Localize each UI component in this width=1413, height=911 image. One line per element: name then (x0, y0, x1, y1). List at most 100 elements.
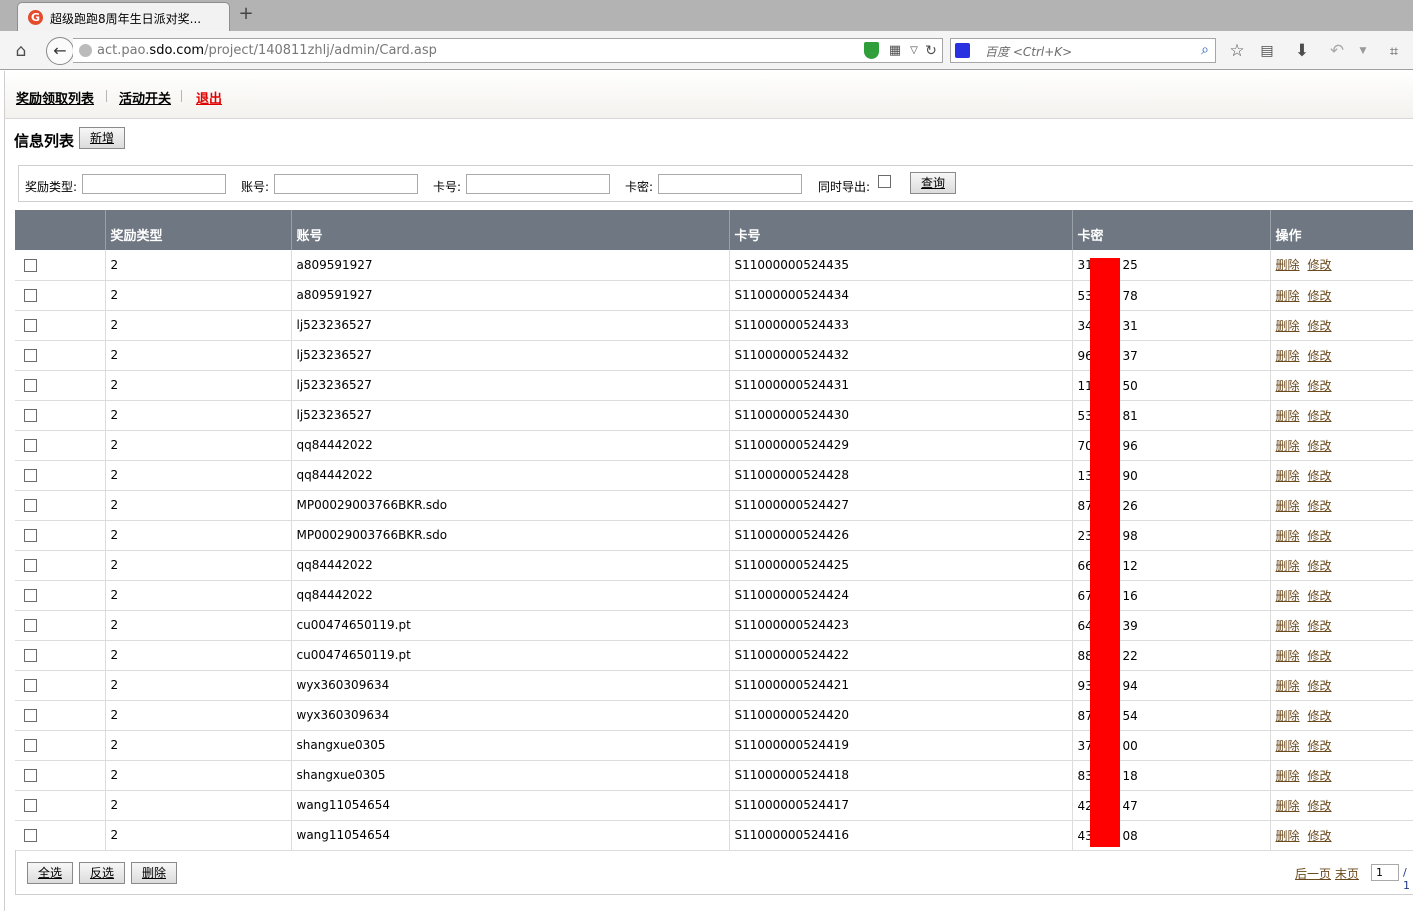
row-edit-link[interactable]: 修改 (1308, 499, 1332, 513)
download-icon[interactable]: ⬇ (1291, 40, 1313, 62)
row-checkbox[interactable] (24, 709, 37, 722)
row-checkbox[interactable] (24, 769, 37, 782)
row-checkbox[interactable] (24, 589, 37, 602)
row-edit-link[interactable]: 修改 (1308, 258, 1332, 272)
card-no-input[interactable] (466, 174, 610, 194)
row-edit-link[interactable]: 修改 (1308, 559, 1332, 573)
account-input[interactable] (274, 174, 418, 194)
actions-cell: 删除 修改 (1270, 400, 1413, 431)
row-edit-link[interactable]: 修改 (1308, 709, 1332, 723)
row-checkbox[interactable] (24, 499, 37, 512)
table-row: 2 wyx360309634 S11000000524421 93 94 删除 修改 (15, 670, 1413, 701)
row-delete-link[interactable]: 删除 (1276, 349, 1300, 363)
row-edit-link[interactable]: 修改 (1308, 319, 1332, 333)
row-delete-link[interactable]: 删除 (1276, 799, 1300, 813)
row-edit-link[interactable]: 修改 (1308, 679, 1332, 693)
row-checkbox[interactable] (24, 258, 37, 272)
reload-icon[interactable]: ↻ (920, 40, 942, 62)
query-button[interactable]: 查询 (910, 172, 956, 194)
row-checkbox[interactable] (24, 799, 37, 812)
row-checkbox[interactable] (24, 739, 37, 752)
row-edit-link[interactable]: 修改 (1308, 379, 1332, 393)
nav-logout-link[interactable]: 退出 (196, 88, 222, 107)
row-delete-link[interactable]: 删除 (1276, 469, 1300, 483)
row-delete-link[interactable]: 删除 (1276, 709, 1300, 723)
row-delete-link[interactable]: 删除 (1276, 739, 1300, 753)
row-edit-link[interactable]: 修改 (1308, 649, 1332, 663)
row-edit-link[interactable]: 修改 (1308, 409, 1332, 423)
row-edit-link[interactable]: 修改 (1308, 829, 1332, 843)
reward-type-cell: 2 (105, 820, 292, 851)
add-button[interactable]: 新增 (79, 127, 125, 149)
row-delete-link[interactable]: 删除 (1276, 649, 1300, 663)
invert-selection-button[interactable]: 反选 (79, 862, 125, 884)
magnifier-icon[interactable]: ⌕ (1201, 42, 1209, 58)
account-cell: qq84442022 (291, 460, 730, 491)
row-edit-link[interactable]: 修改 (1308, 439, 1332, 453)
row-edit-link[interactable]: 修改 (1308, 589, 1332, 603)
row-delete-link[interactable]: 删除 (1276, 379, 1300, 393)
shield-icon[interactable] (864, 42, 879, 59)
search-input[interactable]: 百度 <Ctrl+K> (985, 43, 1072, 60)
reading-list-icon[interactable]: ▤ (1256, 40, 1278, 62)
row-checkbox[interactable] (24, 409, 37, 422)
select-all-button[interactable]: 全选 (27, 862, 73, 884)
row-edit-link[interactable]: 修改 (1308, 349, 1332, 363)
bulk-delete-button[interactable]: 删除 (131, 862, 177, 884)
card-pwd-input[interactable] (658, 174, 802, 194)
row-delete-link[interactable]: 删除 (1276, 679, 1300, 693)
row-edit-link[interactable]: 修改 (1308, 799, 1332, 813)
row-delete-link[interactable]: 删除 (1276, 289, 1300, 303)
row-checkbox[interactable] (24, 349, 37, 362)
row-edit-link[interactable]: 修改 (1308, 739, 1332, 753)
chevron-down-icon[interactable]: ▼ (1352, 40, 1374, 62)
row-checkbox[interactable] (24, 559, 37, 572)
browser-tab[interactable]: G 超级跑跑8周年生日派对奖... (17, 2, 230, 32)
row-edit-link[interactable]: 修改 (1308, 469, 1332, 483)
row-checkbox[interactable] (24, 319, 37, 332)
row-delete-link[interactable]: 删除 (1276, 439, 1300, 453)
row-edit-link[interactable]: 修改 (1308, 619, 1332, 633)
reward-type-cell: 2 (105, 670, 292, 701)
row-checkbox[interactable] (24, 829, 37, 842)
next-page-link[interactable]: 后一页 (1295, 865, 1331, 882)
home-icon[interactable]: ⌂ (10, 40, 32, 62)
row-checkbox[interactable] (24, 529, 37, 542)
row-edit-link[interactable]: 修改 (1308, 769, 1332, 783)
new-tab-button[interactable]: + (236, 3, 256, 25)
row-delete-link[interactable]: 删除 (1276, 409, 1300, 423)
row-checkbox[interactable] (24, 679, 37, 692)
row-delete-link[interactable]: 删除 (1276, 829, 1300, 843)
undo-icon[interactable]: ↶ (1326, 40, 1348, 62)
row-edit-link[interactable]: 修改 (1308, 289, 1332, 303)
row-checkbox[interactable] (24, 439, 37, 452)
row-delete-link[interactable]: 删除 (1276, 589, 1300, 603)
nav-activity-switch-link[interactable]: 活动开关 (119, 88, 171, 107)
search-bar[interactable]: 百度 <Ctrl+K> ⌕ (950, 38, 1216, 63)
address-bar[interactable]: act.pao.sdo.com/project/140811zhlj/admin… (73, 38, 943, 63)
back-button[interactable]: ← (46, 37, 74, 65)
row-delete-link[interactable]: 删除 (1276, 258, 1300, 272)
last-page-link[interactable]: 末页 (1335, 865, 1359, 882)
export-checkbox[interactable] (878, 175, 891, 188)
crop-icon[interactable]: ⌗ (1383, 40, 1405, 62)
actions-cell: 删除 修改 (1270, 580, 1413, 611)
page-number-input[interactable]: 1 (1371, 864, 1399, 881)
row-checkbox[interactable] (24, 289, 37, 302)
row-checkbox[interactable] (24, 469, 37, 482)
row-delete-link[interactable]: 删除 (1276, 619, 1300, 633)
row-checkbox[interactable] (24, 619, 37, 632)
row-delete-link[interactable]: 删除 (1276, 769, 1300, 783)
card-no-cell: S11000000524426 (729, 520, 1073, 551)
nav-reward-list-link[interactable]: 奖励领取列表 (16, 88, 94, 107)
row-edit-link[interactable]: 修改 (1308, 529, 1332, 543)
row-delete-link[interactable]: 删除 (1276, 319, 1300, 333)
reward-type-input[interactable] (82, 174, 226, 194)
row-checkbox[interactable] (24, 649, 37, 662)
baidu-icon[interactable] (955, 43, 970, 58)
row-delete-link[interactable]: 删除 (1276, 529, 1300, 543)
row-checkbox[interactable] (24, 379, 37, 392)
bookmark-star-icon[interactable]: ☆ (1226, 40, 1248, 62)
row-delete-link[interactable]: 删除 (1276, 559, 1300, 573)
row-delete-link[interactable]: 删除 (1276, 499, 1300, 513)
